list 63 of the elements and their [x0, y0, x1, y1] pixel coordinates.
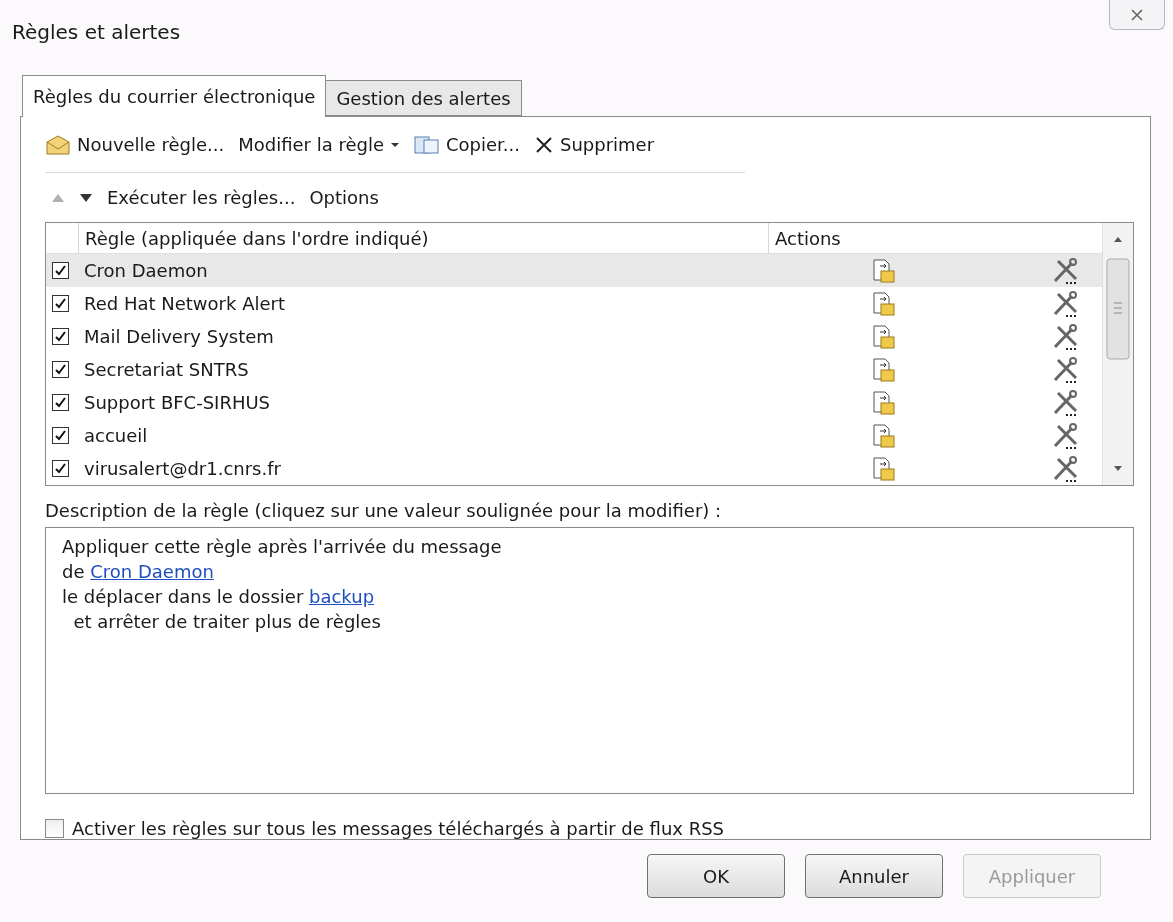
close-icon [534, 134, 554, 155]
rule-row[interactable]: virusalert@dr1.cnrs.fr [46, 452, 1102, 486]
description-line: de Cron Daemon [62, 561, 215, 583]
document-move-icon [872, 257, 896, 284]
rule-row[interactable]: accueil [46, 419, 1102, 453]
toolbar-button[interactable]: Nouvelle règle... [45, 133, 225, 156]
checkbox[interactable] [52, 427, 69, 445]
tools-icon [1052, 256, 1080, 285]
tools-icon [1052, 289, 1080, 318]
checkbox[interactable] [52, 394, 69, 412]
rule-row[interactable]: Support BFC-SIRHUS [46, 386, 1102, 420]
toolbar-button[interactable]: Copier... [414, 134, 520, 155]
options-button[interactable]: Options [309, 187, 379, 209]
document-move-icon [872, 290, 896, 317]
tools-icon [1052, 322, 1080, 351]
checkbox[interactable] [52, 295, 69, 313]
checkbox[interactable] [52, 328, 69, 346]
rule-row[interactable]: Cron Daemon [46, 254, 1102, 288]
document-move-icon [872, 323, 896, 350]
copy-icon [414, 134, 440, 155]
document-move-icon [872, 389, 896, 416]
move-down-button[interactable] [79, 192, 93, 203]
checkbox[interactable] [52, 361, 69, 379]
rule-row[interactable]: Secretariat SNTRS [46, 353, 1102, 387]
envelope-icon [45, 133, 71, 156]
description-line: le déplacer dans le dossier backup [62, 586, 376, 608]
description-line: et arrêter de traiter plus de règles [72, 611, 382, 633]
description-line: Appliquer cette règle après l'arrivée du message [62, 536, 503, 558]
toolbar-button[interactable]: Modifier la règle [238, 134, 400, 155]
link[interactable]: backup [309, 586, 375, 608]
tools-icon [1052, 421, 1080, 450]
rule-row[interactable]: Mail Delivery System [46, 320, 1102, 354]
tools-icon [1052, 454, 1080, 483]
window-title: Règles et alertes [12, 20, 181, 44]
checkbox[interactable] [45, 819, 64, 838]
close-icon [1130, 7, 1144, 22]
checkbox-label: Activer les règles sur tous les messages téléchargés à partir de flux RSS [72, 818, 725, 839]
rule-name: Secretariat SNTRS [83, 359, 250, 381]
rule-name: Cron Daemon [83, 260, 209, 282]
run-rules-button[interactable]: Exécuter les règles... [107, 187, 296, 209]
link[interactable]: Cron Daemon [90, 561, 214, 583]
tools-icon [1052, 388, 1080, 417]
document-move-icon [872, 356, 896, 383]
caret-icon [390, 141, 400, 148]
description-label: Description de la règle (cliquez sur une valeur soulignée pour la modifier) : [45, 500, 723, 522]
scrollbar[interactable] [1102, 223, 1133, 486]
column-header[interactable]: Règle (appliquée dans l'ordre indiqué) [78, 223, 768, 254]
dialog-button[interactable]: OK [647, 854, 785, 898]
rule-name: Mail Delivery System [83, 326, 275, 348]
toolbar-button[interactable]: Supprimer [534, 134, 655, 155]
checkbox[interactable] [52, 262, 69, 280]
rule-row[interactable]: Red Hat Network Alert [46, 287, 1102, 321]
dialog-button[interactable]: Annuler [805, 854, 943, 898]
document-move-icon [872, 422, 896, 449]
rule-name: virusalert@dr1.cnrs.fr [83, 458, 282, 480]
rule-name: Red Hat Network Alert [83, 293, 286, 315]
checkbox[interactable] [52, 460, 69, 478]
document-move-icon [872, 455, 896, 482]
tab[interactable]: Règles du courrier électronique [22, 75, 327, 117]
rule-name: accueil [83, 425, 149, 447]
tab[interactable]: Gestion des alertes [325, 80, 522, 116]
rule-name: Support BFC-SIRHUS [83, 392, 272, 414]
tools-icon [1052, 355, 1080, 384]
